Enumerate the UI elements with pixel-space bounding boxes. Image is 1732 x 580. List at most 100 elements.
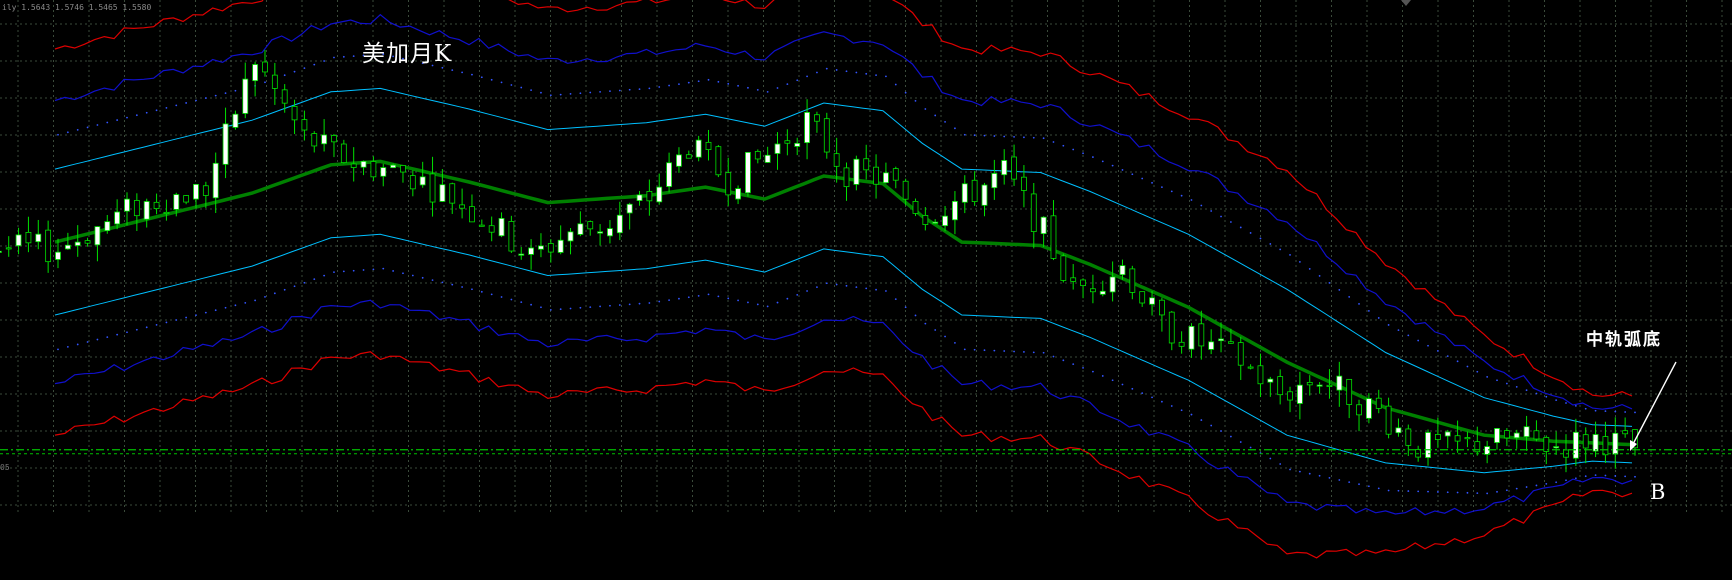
envelope-dot [1446, 355, 1449, 358]
envelope-dot [973, 348, 976, 351]
envelope-dot [135, 114, 138, 117]
candle-body [1070, 277, 1077, 282]
middle-band [54, 159, 1633, 447]
envelope-dot [1476, 370, 1479, 373]
candle-body [685, 154, 692, 159]
envelope-dot [1072, 148, 1075, 151]
envelope-dot [57, 133, 59, 136]
candle-body [1099, 290, 1106, 295]
envelope-dot [451, 69, 454, 71]
envelope-dot [1525, 486, 1528, 488]
candle-body [1365, 398, 1372, 419]
candle-body [1060, 255, 1067, 281]
envelope-dot [1298, 470, 1301, 473]
envelope-dot [520, 86, 523, 89]
candle-body [745, 151, 751, 194]
candle-body [1021, 176, 1027, 191]
envelope-dot [1151, 396, 1153, 399]
envelope-dot [717, 295, 720, 298]
candle-body [528, 247, 534, 255]
envelope-dot [1121, 383, 1124, 386]
envelope-dot [579, 92, 582, 95]
envelope-dot [116, 119, 119, 121]
candle-body [114, 211, 121, 225]
candle-body [262, 61, 268, 73]
envelope-dot [559, 308, 562, 311]
candle-body [1592, 434, 1599, 452]
envelope-dot [500, 296, 503, 298]
candle-body [1533, 430, 1540, 440]
envelope-dot [273, 292, 276, 295]
envelope-dot [648, 87, 651, 90]
envelope-dot [944, 120, 946, 123]
candle-body [498, 218, 505, 237]
envelope-dot [1318, 474, 1321, 477]
candle-body [883, 172, 889, 184]
candle-body [538, 245, 544, 250]
envelope-dot [697, 294, 700, 297]
envelope-dot [1565, 479, 1567, 482]
candle-body [133, 200, 140, 217]
envelope-dot [185, 316, 188, 319]
envelope-dot [293, 70, 296, 73]
envelope-dot [786, 297, 789, 300]
chart-shift-marker-icon[interactable] [1401, 0, 1411, 6]
candle-body [469, 206, 475, 223]
envelope-dot [490, 293, 493, 296]
envelope-dot [934, 329, 937, 331]
candle-body [409, 175, 416, 190]
envelope-dot [116, 333, 119, 336]
envelope-dot [1269, 457, 1272, 460]
envelope-dot [1466, 491, 1469, 494]
candle-body [311, 133, 318, 147]
envelope-dot [1190, 199, 1193, 201]
envelope-dot [1348, 481, 1351, 483]
envelope-dot [303, 67, 306, 70]
candle-body [676, 154, 682, 167]
candle-body [784, 140, 791, 144]
envelope-dot [904, 91, 907, 94]
envelope-dot [737, 84, 739, 87]
candle-body [163, 211, 170, 214]
candlestick-chart[interactable] [0, 0, 1732, 580]
envelope-dot [1505, 489, 1508, 492]
envelope-dot [1279, 463, 1282, 465]
envelope-dot [1121, 169, 1124, 171]
envelope-dot [1239, 441, 1242, 443]
candle-body [1030, 193, 1037, 232]
envelope-dot [1239, 226, 1242, 229]
candle-body [173, 194, 180, 210]
envelope-dot [244, 301, 247, 304]
envelope-dot [1259, 237, 1262, 240]
envelope-dot [1180, 194, 1183, 197]
envelope-dot [1456, 491, 1459, 494]
envelope-dot [1535, 392, 1538, 395]
envelope-dot [1634, 411, 1636, 414]
envelope-dot [1535, 484, 1538, 487]
envelope-dot [106, 121, 109, 124]
candle-body [1415, 449, 1422, 458]
envelope-dot [480, 76, 483, 79]
candle-body [45, 229, 52, 263]
candle-body [321, 134, 328, 145]
envelope-dot [816, 71, 818, 74]
candle-body [636, 194, 643, 201]
envelope-dot [599, 305, 601, 308]
candle-body [1247, 366, 1254, 369]
envelope-dot [214, 94, 217, 97]
candle-body [301, 119, 308, 131]
envelope-dot [944, 335, 946, 338]
envelope-dot [540, 306, 542, 309]
envelope-dot [126, 116, 128, 119]
candle-body [25, 232, 32, 244]
envelope-dot [1318, 275, 1321, 277]
envelope-dot [1062, 359, 1065, 362]
envelope-dot [1052, 141, 1055, 143]
envelope-dot [1496, 490, 1498, 493]
candle-body [439, 184, 446, 202]
envelope-dot [835, 283, 838, 286]
envelope-dot [1545, 482, 1548, 485]
candle-body [932, 221, 939, 224]
envelope-dot [855, 286, 858, 289]
envelope-dot [776, 87, 779, 89]
